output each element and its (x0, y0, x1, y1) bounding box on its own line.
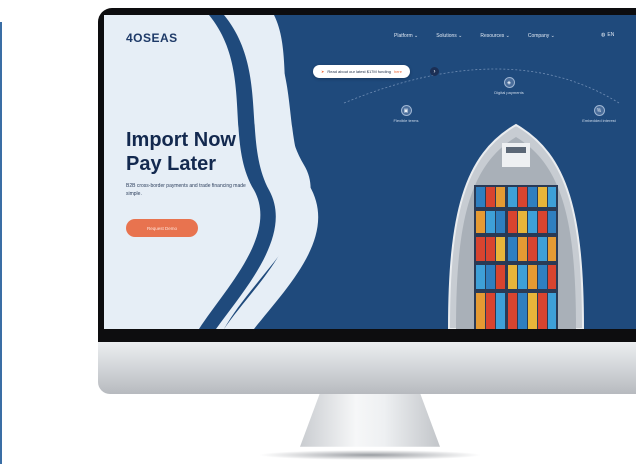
globe-icon: ◍ (601, 32, 606, 38)
feature-label: Embedded interest (582, 118, 616, 123)
request-demo-button[interactable]: Request Demo (126, 219, 198, 237)
page-edge-line (0, 22, 2, 464)
language-label: EN (607, 32, 615, 38)
stand-shadow (258, 450, 482, 460)
news-text: Read about our latest $17M funding (327, 69, 391, 74)
nav-resources[interactable]: Resources ⌄ (480, 33, 509, 39)
hero-title: Import Now Pay Later (126, 128, 236, 176)
news-link[interactable]: here (394, 69, 402, 74)
hero-subtitle: B2B cross-border payments and trade fina… (126, 183, 246, 197)
payment-icon: ◈ (503, 77, 515, 88)
site-logo[interactable]: 4OSEAS (126, 31, 178, 45)
calendar-icon: ▣ (400, 105, 412, 116)
feature-embedded-interest: % Embedded interest (569, 105, 629, 123)
news-banner[interactable]: ➤ Read about our latest $17M funding her… (313, 65, 410, 78)
nav-platform[interactable]: Platform ⌄ (394, 33, 418, 39)
language-selector[interactable]: ◍ EN (601, 32, 614, 38)
hero-title-line2: Pay Later (126, 153, 217, 175)
percent-icon: % (593, 105, 605, 116)
feature-label: Flexible terms (393, 118, 419, 123)
nav-company[interactable]: Company ⌄ (528, 33, 555, 39)
feature-label: Digital payments (494, 90, 524, 95)
monitor-screen: 4OSEAS Platform ⌄ Solutions ⌄ Resources … (104, 15, 636, 329)
monitor-chin (98, 342, 636, 394)
megaphone-icon: ➤ (321, 69, 325, 74)
close-icon[interactable]: › (430, 67, 439, 76)
hero-title-line1: Import Now (126, 129, 236, 151)
nav-solutions[interactable]: Solutions ⌄ (436, 33, 462, 39)
monitor-bezel: 4OSEAS Platform ⌄ Solutions ⌄ Resources … (98, 8, 636, 342)
monitor-stand (300, 394, 440, 447)
top-navigation: Platform ⌄ Solutions ⌄ Resources ⌄ Compa… (394, 33, 555, 39)
imac-monitor: 4OSEAS Platform ⌄ Solutions ⌄ Resources … (98, 8, 636, 394)
feature-flexible-terms: ▣ Flexible terms (376, 105, 436, 123)
feature-digital-payments: ◈ Digital payments (479, 77, 539, 95)
